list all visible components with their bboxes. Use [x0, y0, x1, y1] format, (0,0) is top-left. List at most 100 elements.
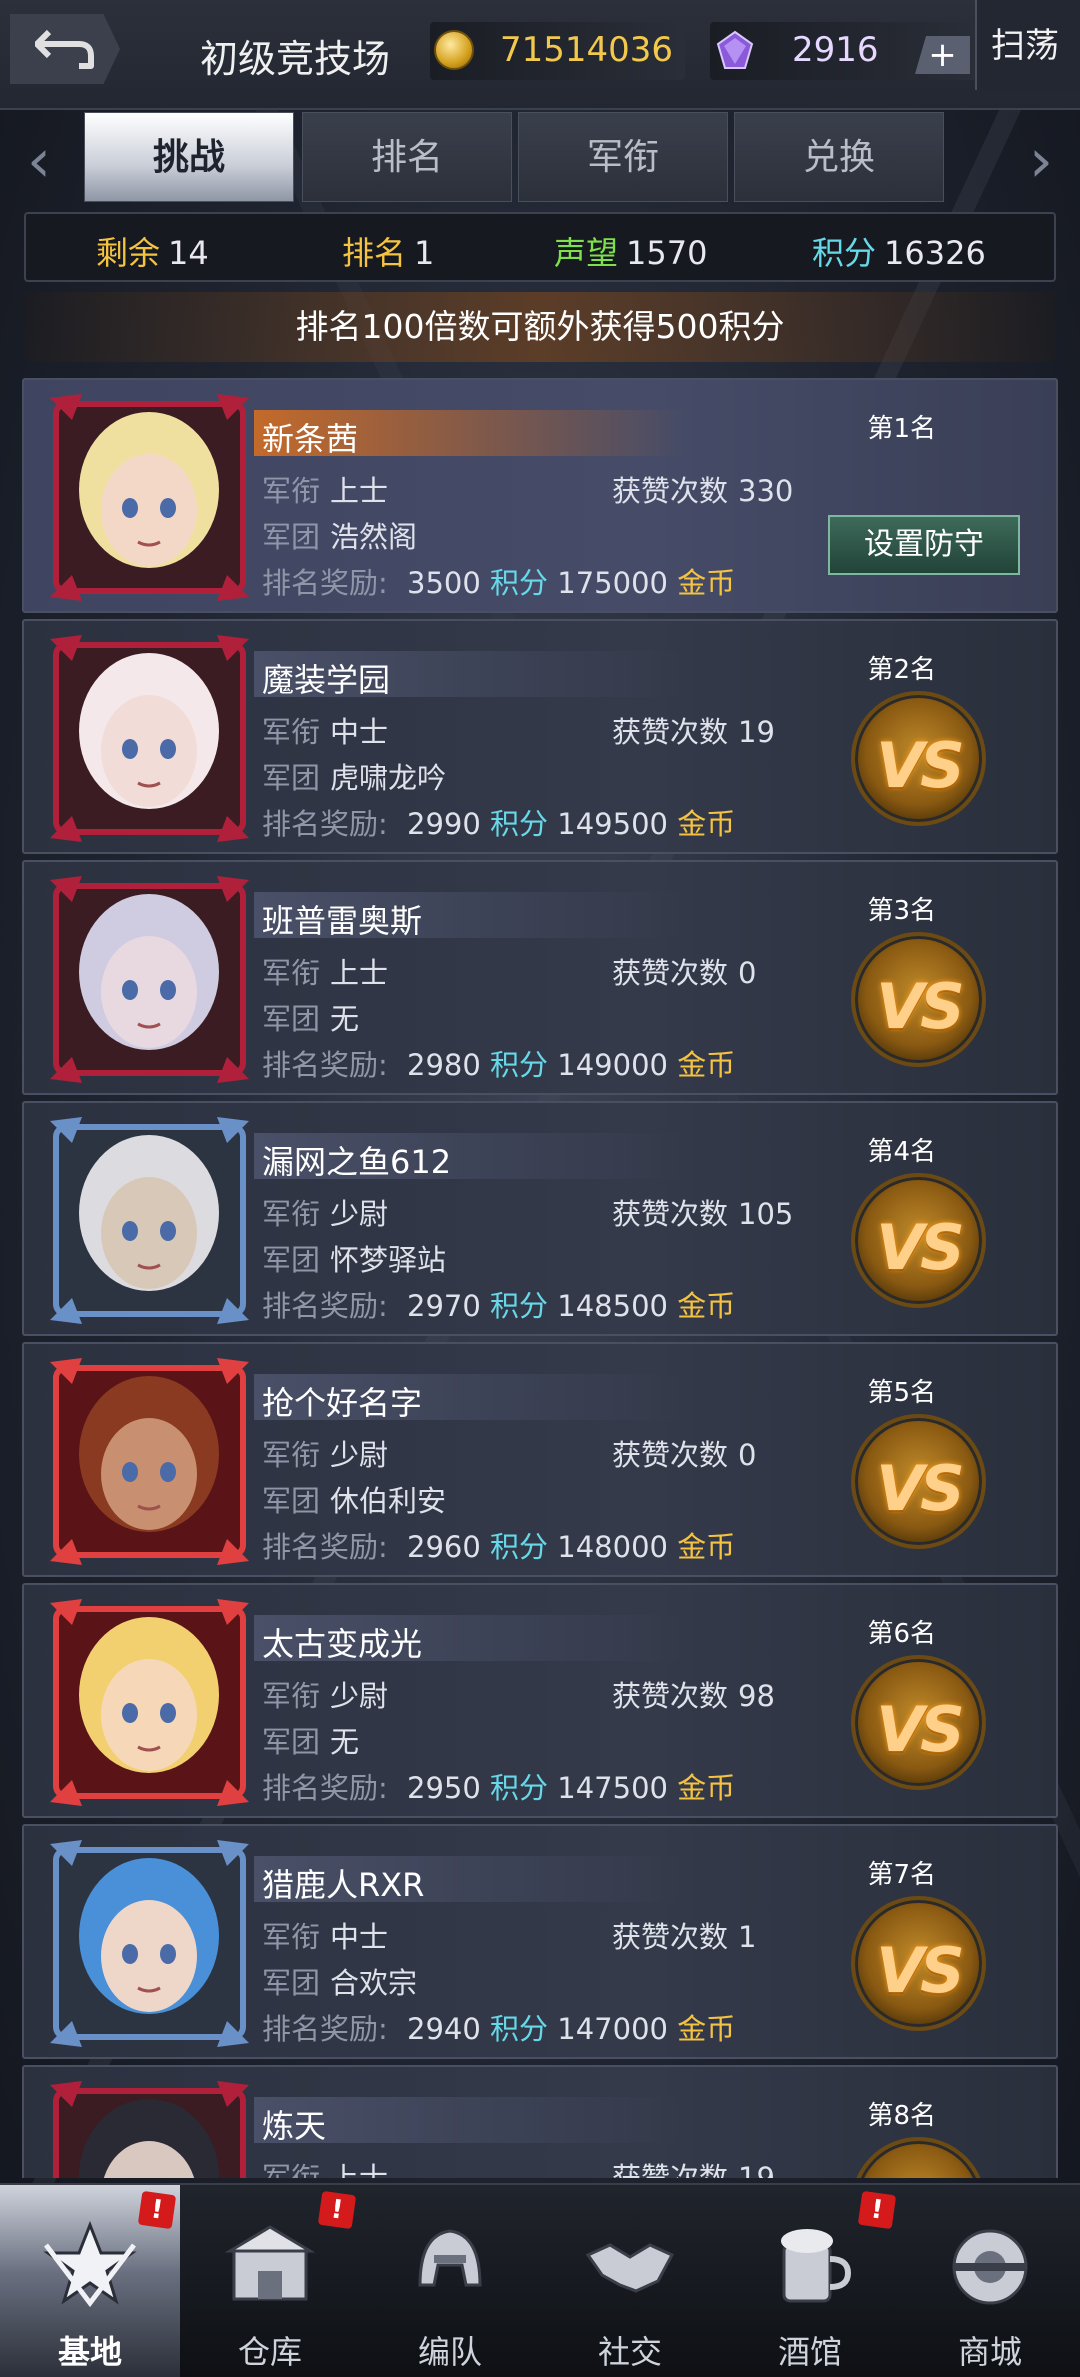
avatar-portrait-icon — [50, 1599, 249, 1806]
tab-challenge[interactable]: 挑战 — [84, 112, 294, 202]
shop-orb-icon — [952, 2229, 1028, 2305]
vs-challenge-button[interactable]: VS — [851, 2137, 986, 2178]
military-rank-row: 军衔 上士 — [262, 2161, 389, 2178]
player-name: 班普雷奥斯 — [262, 902, 423, 940]
vs-icon: VS — [876, 1452, 965, 1525]
opponent-card[interactable]: 魔装学园 第2名 军衔 中士 获赞次数 19 军团 虎啸龙吟 排名奖励: 2990 积… — [22, 619, 1058, 854]
avatar[interactable] — [42, 1836, 257, 2051]
avatar-portrait-icon — [50, 635, 249, 842]
tab-next-chevron-icon[interactable]: › — [1016, 126, 1066, 196]
back-button[interactable] — [10, 14, 120, 84]
tab-ranking[interactable]: 排名 — [302, 112, 512, 202]
opponent-list[interactable]: 新条茜 第1名 军衔 上士 获赞次数 330 军团 浩然阁 排名奖励: 3500 积分… — [22, 378, 1058, 2178]
avatar[interactable] — [42, 631, 257, 846]
player-name: 魔装学园 — [262, 661, 391, 699]
opponent-card[interactable]: 漏网之鱼612 第4名 军衔 少尉 获赞次数 105 军团 怀梦驿站 排名奖励: 29… — [22, 1101, 1058, 1336]
opponent-card[interactable]: 班普雷奥斯 第3名 军衔 上士 获赞次数 0 军团无 排名奖励: 2980 积分 1… — [22, 860, 1058, 1095]
vs-icon: VS — [876, 729, 965, 802]
rank-position: 第4名 — [867, 1137, 936, 1167]
tab-military-rank[interactable]: 军衔 — [518, 112, 728, 202]
vs-icon: VS — [876, 1211, 965, 1284]
likes-row: 获赞次数 1 — [612, 1920, 757, 1954]
base-star-icon — [43, 2220, 137, 2308]
nav-item-shop-orb[interactable]: 商城 — [900, 2185, 1080, 2377]
stat-remaining: 剩余 14 — [96, 234, 209, 272]
nav-item-base-star[interactable]: 基地 ! — [0, 2185, 180, 2377]
vs-challenge-button[interactable]: VS — [851, 1173, 986, 1308]
military-rank-row: 军衔 中士 — [262, 1920, 389, 1954]
page-title: 初级竞技场 — [200, 37, 391, 81]
player-name: 炼天 — [262, 2107, 327, 2145]
reward-row: 排名奖励: 3500 积分 175000 金币 — [262, 566, 736, 600]
avatar[interactable] — [42, 390, 257, 605]
avatar-portrait-icon — [50, 1358, 249, 1565]
vs-challenge-button[interactable]: VS — [851, 1896, 986, 2031]
sweep-button[interactable]: 扫荡 — [975, 0, 1080, 90]
likes-row: 获赞次数 19 — [612, 2161, 775, 2178]
vs-icon: VS — [876, 1693, 965, 1766]
vs-challenge-button[interactable]: VS — [851, 1655, 986, 1790]
stat-rank: 排名 1 — [342, 234, 435, 272]
gem-value: 2916 — [792, 30, 879, 70]
tab-exchange[interactable]: 兑换 — [734, 112, 944, 202]
avatar[interactable] — [42, 872, 257, 1087]
legion-row: 军团无 — [262, 1002, 360, 1036]
likes-row: 获赞次数 0 — [612, 956, 757, 990]
bottom-nav: 基地 ! 仓库 ! 编队 社交 酒馆 ! 商城 — [0, 2183, 1080, 2377]
avatar[interactable] — [42, 1595, 257, 1810]
set-defense-button[interactable]: 设置防守 — [828, 515, 1020, 575]
military-rank-row: 军衔 上士 — [262, 956, 389, 990]
reward-row: 排名奖励: 2950 积分 147500 金币 — [262, 1771, 736, 1805]
stat-prestige: 声望 1570 — [554, 234, 708, 272]
top-bar: 初级竞技场 71514036 2916 + 扫荡 — [0, 0, 1080, 110]
handshake-icon — [585, 2243, 675, 2293]
coin-value: 71514036 — [500, 30, 674, 70]
avatar-portrait-icon — [50, 1117, 249, 1324]
military-rank-row: 军衔 少尉 — [262, 1679, 389, 1713]
legion-row: 军团 怀梦驿站 — [262, 1243, 447, 1277]
player-name: 抢个好名字 — [262, 1384, 423, 1422]
avatar[interactable] — [42, 1113, 257, 1328]
player-name: 太古变成光 — [262, 1625, 423, 1663]
nav-item-handshake[interactable]: 社交 — [540, 2185, 720, 2377]
avatar[interactable] — [42, 1354, 257, 1569]
vs-icon: VS — [876, 970, 965, 1043]
nav-label: 酒馆 — [777, 2333, 842, 2371]
sweep-label: 扫荡 — [991, 26, 1059, 66]
reward-row: 排名奖励: 2970 积分 148500 金币 — [262, 1289, 736, 1323]
notification-badge: ! — [857, 2190, 897, 2230]
nav-label: 商城 — [957, 2333, 1022, 2371]
likes-row: 获赞次数 98 — [612, 1679, 775, 1713]
notification-badge: ! — [137, 2190, 177, 2230]
opponent-card[interactable]: 太古变成光 第6名 军衔 少尉 获赞次数 98 军团无 排名奖励: 2950 积分 … — [22, 1583, 1058, 1818]
military-rank-row: 军衔 少尉 — [262, 1438, 389, 1472]
avatar[interactable] — [42, 2077, 257, 2178]
opponent-card[interactable]: 猎鹿人RXR 第7名 军衔 中士 获赞次数 1 军团 合欢宗 排名奖励: 2940 积… — [22, 1824, 1058, 2059]
avatar-portrait-icon — [50, 394, 249, 601]
nav-label: 编队 — [417, 2333, 482, 2371]
opponent-card[interactable]: 抢个好名字 第5名 军衔 少尉 获赞次数 0 军团 休伯利安 排名奖励: 2960 积… — [22, 1342, 1058, 1577]
stat-points: 积分 16326 — [812, 234, 986, 272]
player-name: 漏网之鱼612 — [262, 1143, 452, 1181]
player-name: 新条茜 — [262, 420, 359, 458]
back-arrow-icon — [35, 29, 94, 69]
nav-label: 仓库 — [237, 2333, 302, 2371]
notification-badge: ! — [317, 2190, 357, 2230]
legion-row: 军团 合欢宗 — [262, 1966, 418, 2000]
rank-position: 第8名 — [867, 2101, 936, 2131]
reward-row: 排名奖励: 2960 积分 148000 金币 — [262, 1530, 736, 1564]
nav-item-warehouse[interactable]: 仓库 ! — [180, 2185, 360, 2377]
tab-prev-chevron-icon[interactable]: ‹ — [14, 126, 64, 196]
opponent-card[interactable]: 炼天 第8名 军衔上士 获赞次数19 军团 排名奖励: 积分 金币 VS — [22, 2065, 1058, 2178]
vs-icon: VS — [876, 1934, 965, 2007]
vs-icon: VS — [855, 2175, 982, 2178]
nav-item-formation-helmet[interactable]: 编队 — [360, 2185, 540, 2377]
vs-challenge-button[interactable]: VS — [851, 691, 986, 826]
nav-item-tavern-mug[interactable]: 酒馆 ! — [720, 2185, 900, 2377]
rank-position: 第6名 — [867, 1619, 936, 1649]
legion-row: 军团无 — [262, 1725, 360, 1759]
opponent-card[interactable]: 新条茜 第1名 军衔 上士 获赞次数 330 军团 浩然阁 排名奖励: 3500 积分… — [22, 378, 1058, 613]
vs-challenge-button[interactable]: VS — [851, 1414, 986, 1549]
vs-challenge-button[interactable]: VS — [851, 932, 986, 1067]
legion-row: 军团 浩然阁 — [262, 520, 418, 554]
